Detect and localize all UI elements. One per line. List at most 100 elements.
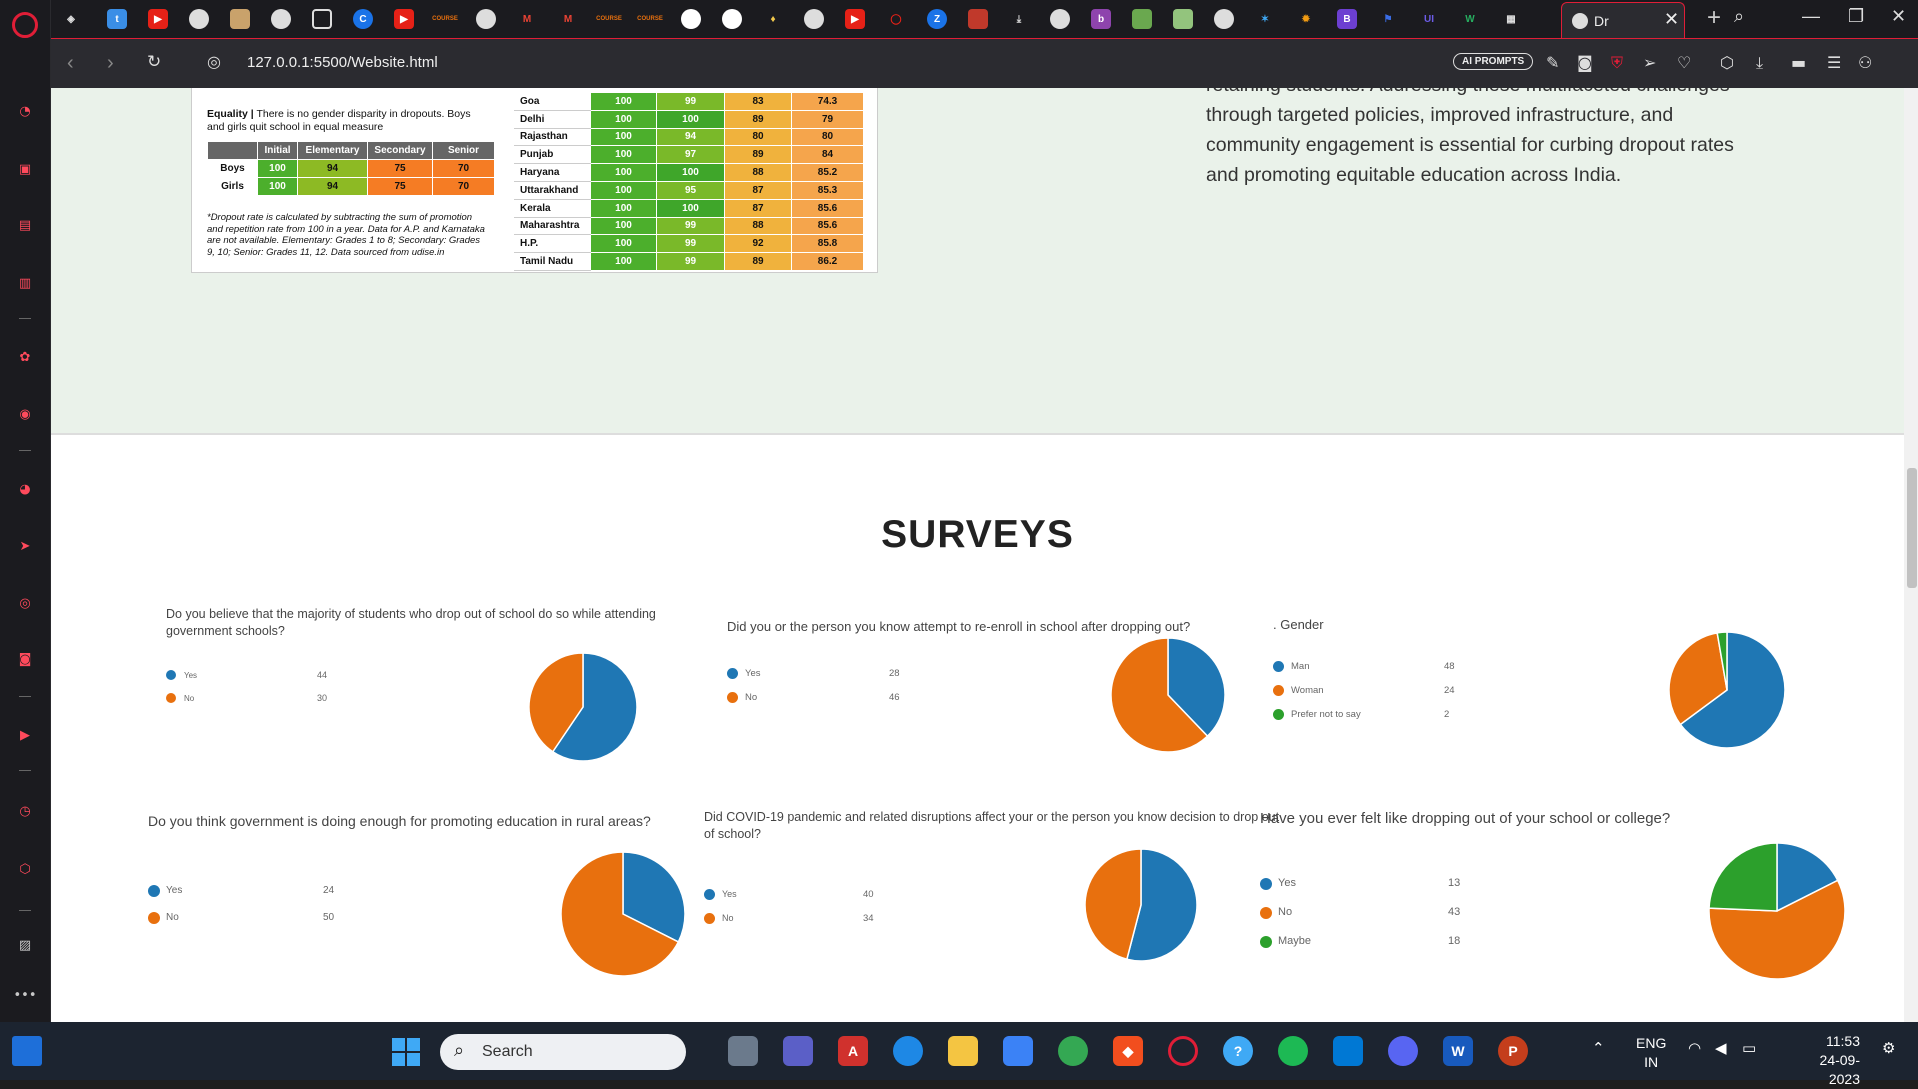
heart-icon[interactable]: ♡ [1677, 53, 1691, 72]
chrome-icon[interactable] [1058, 1036, 1088, 1066]
vscode-icon[interactable] [1333, 1036, 1363, 1066]
store-icon[interactable] [1003, 1036, 1033, 1066]
coursera-icon[interactable]: COURSE [637, 9, 663, 29]
gallery-icon[interactable]: ▨ [14, 934, 36, 956]
url-field[interactable]: 127.0.0.1:5500/Website.html [247, 54, 438, 71]
task-view-icon[interactable] [728, 1036, 758, 1066]
discord-icon[interactable]: ◙ [14, 648, 36, 670]
edge-icon[interactable] [893, 1036, 923, 1066]
avatar-tab-icon[interactable] [230, 9, 250, 29]
b-letter-icon[interactable]: B [1337, 9, 1357, 29]
speed-dial-icon[interactable]: ◔ [14, 100, 36, 122]
globe-icon[interactable] [271, 9, 291, 29]
camera-icon[interactable]: ◙ [1577, 53, 1593, 72]
instagram-icon[interactable]: ◎ [14, 592, 36, 614]
input-language[interactable]: ENG IN [1636, 1034, 1666, 1072]
youtube-icon[interactable]: ▶ [845, 9, 865, 29]
youtube-icon[interactable]: ▶ [394, 9, 414, 29]
cube-icon[interactable]: ⬡ [1720, 53, 1734, 72]
ai-prompts-button[interactable]: AI PROMPTS [1453, 53, 1534, 70]
taskbar-search[interactable]: ⌕ Search [440, 1034, 686, 1070]
teams-icon[interactable] [783, 1036, 813, 1066]
scrollbar-thumb[interactable] [1907, 468, 1917, 588]
image-tab-icon[interactable] [1132, 9, 1152, 29]
flag-icon[interactable]: ⚑ [1378, 9, 1398, 29]
gamepad-icon[interactable]: ◈ [61, 9, 81, 29]
flame-icon[interactable]: ♦ [763, 9, 783, 29]
b-letter-icon[interactable]: b [1091, 9, 1111, 29]
github-icon[interactable] [681, 9, 701, 29]
gmail-icon[interactable]: M [558, 9, 578, 29]
git-icon[interactable]: ◆ [1113, 1036, 1143, 1066]
forward-icon[interactable]: › [107, 52, 114, 75]
minimize-icon[interactable]: — [1802, 6, 1820, 27]
site-info-icon[interactable]: ◎ [207, 52, 221, 71]
powerpoint-icon[interactable]: P [1498, 1036, 1528, 1066]
close-window-icon[interactable]: ✕ [1891, 6, 1906, 27]
page-scrollbar[interactable] [1904, 88, 1918, 1022]
shield-tab-icon[interactable] [968, 9, 988, 29]
battery-saver-icon[interactable]: ▬ [1791, 53, 1806, 72]
twitch-icon[interactable]: ▤ [14, 214, 36, 236]
ui-letters-icon[interactable]: UI [1419, 9, 1439, 29]
extension-icon[interactable]: ▥ [14, 272, 36, 294]
word-icon[interactable]: W [1443, 1036, 1473, 1066]
telegram-icon[interactable]: ➤ [14, 535, 36, 557]
downloads-icon[interactable]: ⤓ [1756, 53, 1763, 73]
back-icon[interactable]: ‹ [67, 52, 74, 75]
spotify-icon[interactable] [1278, 1036, 1308, 1066]
cc-icon[interactable] [312, 9, 332, 29]
sun-icon[interactable]: ✹ [1296, 9, 1316, 29]
profile-icon[interactable]: ⚇ [1858, 53, 1872, 72]
help-icon[interactable]: ? [1223, 1036, 1253, 1066]
shield-icon[interactable]: ⛨ [1611, 53, 1623, 73]
tumblr-icon[interactable]: t [107, 9, 127, 29]
opera-logo-icon[interactable] [12, 12, 38, 38]
grid-icon[interactable]: ▦ [1501, 9, 1521, 29]
bird-icon[interactable]: ✶ [1255, 9, 1275, 29]
shopping-icon[interactable]: ▣ [14, 158, 36, 180]
coursera-icon[interactable]: COURSE [596, 9, 622, 29]
clock[interactable]: 11:53 24-09-2023 [1790, 1032, 1860, 1089]
start-icon[interactable] [392, 1038, 420, 1066]
globe-icon[interactable] [189, 9, 209, 29]
reload-icon[interactable]: ↻ [147, 52, 161, 72]
whatsapp-icon[interactable]: ◕ [14, 478, 36, 500]
chatgpt-icon[interactable]: ✿ [14, 346, 36, 368]
active-tab[interactable]: Dr ✕ [1561, 2, 1685, 38]
history-icon[interactable]: ◷ [14, 800, 36, 822]
edit-icon[interactable]: ✎ [1546, 53, 1559, 72]
globe-icon[interactable] [476, 9, 496, 29]
close-tab-icon[interactable]: ✕ [1664, 9, 1679, 30]
c-letter-icon[interactable]: C [353, 9, 373, 29]
gmail-icon[interactable]: M [517, 9, 537, 29]
github-icon[interactable] [722, 9, 742, 29]
zoom-icon[interactable]: Z [927, 9, 947, 29]
box-icon[interactable]: ⬡ [14, 858, 36, 880]
globe-icon[interactable] [1050, 9, 1070, 29]
notifications-icon[interactable]: ⚙ [1882, 1039, 1895, 1057]
restore-icon[interactable]: ❐ [1848, 6, 1864, 27]
cs-icon[interactable]: ◉ [14, 403, 36, 425]
wifi-icon[interactable]: ◠ [1688, 1039, 1701, 1057]
chat-icon[interactable]: ◯ [886, 9, 906, 29]
file-explorer-icon[interactable] [948, 1036, 978, 1066]
discord-icon[interactable] [1388, 1036, 1418, 1066]
send-icon[interactable]: ➢ [1643, 53, 1656, 72]
pie-slice-maybe[interactable] [1708, 842, 1778, 912]
new-tab-icon[interactable]: + [1707, 4, 1721, 32]
battery-icon[interactable]: ▭ [1742, 1039, 1756, 1057]
globe-icon[interactable] [804, 9, 824, 29]
show-hidden-icons-icon[interactable]: ⌃ [1592, 1039, 1605, 1057]
download-icon[interactable]: ⤓ [1009, 9, 1029, 29]
search-tabs-icon[interactable]: ⌕ [1734, 6, 1744, 27]
opera-icon[interactable] [1168, 1036, 1198, 1066]
youtube-icon[interactable]: ▶ [148, 9, 168, 29]
widgets-icon[interactable] [12, 1036, 42, 1066]
coursera-icon[interactable]: COURSE [432, 9, 458, 29]
player-icon[interactable]: ▶ [14, 724, 36, 746]
volume-icon[interactable]: ◀ [1715, 1039, 1727, 1057]
globe-icon[interactable] [1214, 9, 1234, 29]
easy-setup-icon[interactable]: ☰ [1827, 53, 1841, 72]
w-letter-icon[interactable]: W [1460, 9, 1480, 29]
